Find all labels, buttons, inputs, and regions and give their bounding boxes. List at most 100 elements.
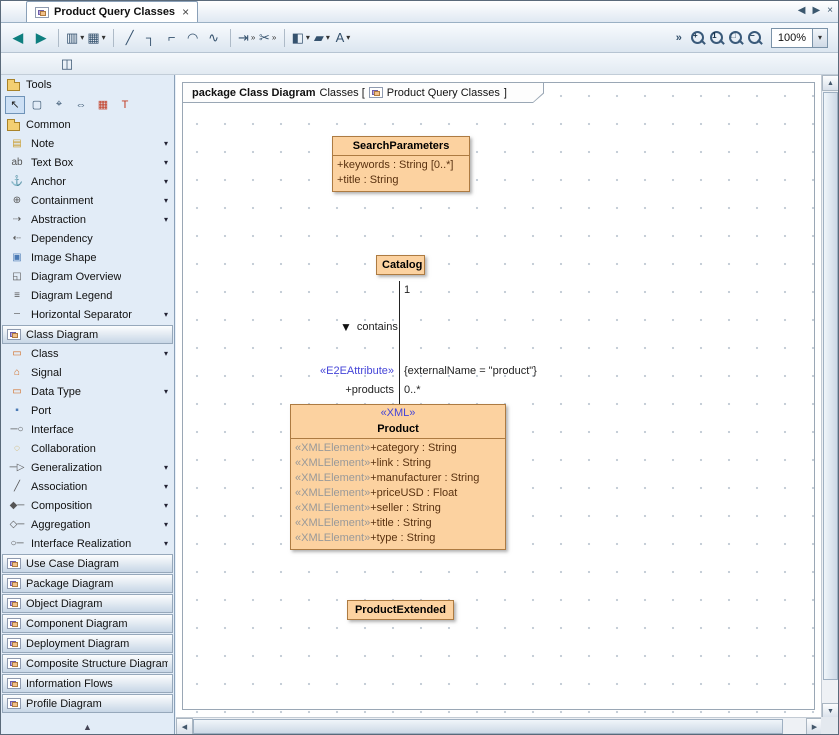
rectilinear-path-icon[interactable]: ┐ [141, 28, 161, 48]
palette-group-common[interactable]: Common [1, 115, 174, 134]
chevron-down-icon[interactable]: ▾ [164, 158, 172, 167]
forward-button[interactable]: ▶ [30, 28, 52, 48]
vertical-scrollbar[interactable]: ▲ ▼ [821, 75, 838, 719]
palette-item-abstraction[interactable]: ⇢ Abstraction ▾ [1, 210, 174, 229]
table-shape-icon[interactable]: ▦▾ [86, 28, 106, 48]
oblique-path-icon[interactable]: ╱ [120, 28, 140, 48]
scroll-up-icon[interactable]: ▲ [822, 75, 839, 91]
chevron-down-icon[interactable]: ▾ [306, 33, 310, 42]
palette-group-tools[interactable]: Tools [1, 75, 174, 94]
class-search-parameters[interactable]: SearchParameters +keywords : String [0..… [332, 136, 470, 192]
palette-item-generalization[interactable]: ─▷ Generalization ▾ [1, 458, 174, 477]
section-composite-structure-diagram[interactable]: Composite Structure Diagram [2, 654, 173, 673]
palette-item-data-type[interactable]: ▭ Data Type ▾ [1, 382, 174, 401]
section-package-diagram[interactable]: Package Diagram [2, 574, 173, 593]
zoom-level-select[interactable]: 100% ▾ [771, 28, 828, 48]
close-diagram-icon[interactable]: × [827, 5, 833, 16]
palette-item-diagram-legend[interactable]: ≡ Diagram Legend [1, 286, 174, 305]
scroll-left-icon[interactable]: ◀ [176, 718, 193, 735]
association-line[interactable] [399, 281, 400, 404]
chevron-down-icon[interactable]: ▾ [164, 215, 172, 224]
palette-item-interface[interactable]: ─○ Interface [1, 420, 174, 439]
chevron-down-icon[interactable]: ▾ [164, 387, 172, 396]
swimlane-icon[interactable]: ▥▾ [65, 28, 85, 48]
chevron-down-icon[interactable]: ▾ [164, 463, 172, 472]
fill-color-icon[interactable]: ◧▾ [291, 28, 311, 48]
chevron-down-icon[interactable]: ▾ [102, 33, 106, 42]
chevron-down-icon[interactable]: ▾ [812, 29, 827, 47]
attribute[interactable]: «XMLElement»+title : String [295, 516, 502, 531]
chevron-down-icon[interactable]: ▾ [80, 33, 84, 42]
section-use-case-diagram[interactable]: Use Case Diagram [2, 554, 173, 573]
refactor-scissors-icon[interactable]: ✂» [258, 28, 278, 48]
association-stereotype-label[interactable]: «E2EAttribute» [294, 365, 394, 377]
section-class-diagram[interactable]: Class Diagram [2, 325, 173, 344]
diagram-canvas[interactable]: package Class Diagram Classes [ Product … [176, 75, 823, 719]
horizontal-scrollbar[interactable]: ◀ ▶ [176, 717, 823, 734]
palette-scroll-up-icon[interactable]: ▲ [1, 720, 174, 734]
attribute[interactable]: «XMLElement»+category : String [295, 441, 502, 456]
palette-item-port[interactable]: ▪ Port [1, 401, 174, 420]
zoom-out-icon[interactable]: − [746, 29, 764, 47]
palette-item-signal[interactable]: ⌂ Signal [1, 363, 174, 382]
palette-item-text-box[interactable]: ab Text Box ▾ [1, 153, 174, 172]
chevron-more-icon[interactable]: » [251, 33, 255, 42]
chevron-down-icon[interactable]: ▾ [164, 196, 172, 205]
attribute[interactable]: «XMLElement»+seller : String [295, 501, 502, 516]
line-color-icon[interactable]: ▰▾ [312, 28, 332, 48]
palette-item-dependency[interactable]: ⇠ Dependency [1, 229, 174, 248]
section-component-diagram[interactable]: Component Diagram [2, 614, 173, 633]
chevron-down-icon[interactable]: ▾ [164, 310, 172, 319]
class-catalog[interactable]: Catalog [376, 255, 425, 275]
show-related-icon[interactable]: ⇥» [237, 28, 257, 48]
class-product[interactable]: «XML» Product «XMLElement»+category : St… [290, 404, 506, 550]
back-button[interactable]: ◀ [7, 28, 29, 48]
chevron-down-icon[interactable]: ▾ [164, 501, 172, 510]
palette-item-diagram-overview[interactable]: ◱ Diagram Overview [1, 267, 174, 286]
toolbar-overflow-icon[interactable]: » [676, 32, 682, 44]
attribute[interactable]: «XMLElement»+link : String [295, 456, 502, 471]
zoom-in-icon[interactable]: + [689, 29, 707, 47]
palette-item-containment[interactable]: ⊕ Containment ▾ [1, 191, 174, 210]
section-object-diagram[interactable]: Object Diagram [2, 594, 173, 613]
section-deployment-diagram[interactable]: Deployment Diagram [2, 634, 173, 653]
scroll-tabs-right-icon[interactable]: ▶ [812, 5, 820, 16]
rounded-path-icon[interactable]: ⌐ [162, 28, 182, 48]
chevron-down-icon[interactable]: ▾ [326, 33, 330, 42]
chevron-down-icon[interactable]: ▾ [164, 520, 172, 529]
attribute[interactable]: «XMLElement»+priceUSD : Float [295, 486, 502, 501]
attribute[interactable]: «XMLElement»+type : String [295, 531, 502, 546]
association-constraint-label[interactable]: {externalName = "product"} [404, 365, 537, 377]
tab-product-query-classes[interactable]: Product Query Classes × [26, 1, 198, 22]
vertical-scroll-thumb[interactable] [823, 92, 838, 680]
chevron-down-icon[interactable]: ▾ [164, 482, 172, 491]
chevron-down-icon[interactable]: ▾ [164, 177, 172, 186]
bezier-path-icon[interactable]: ◠ [183, 28, 203, 48]
scroll-tabs-left-icon[interactable]: ◀ [798, 5, 806, 16]
palette-item-collaboration[interactable]: ◌ Collaboration [1, 439, 174, 458]
close-tab-icon[interactable]: × [182, 6, 189, 18]
chevron-down-icon[interactable]: ▾ [346, 33, 350, 42]
attribute[interactable]: +title : String [337, 173, 466, 188]
align-shapes-tool[interactable]: ⇔ [71, 96, 91, 114]
attribute[interactable]: +keywords : String [0..*] [337, 158, 466, 173]
sticky-mode-tool[interactable]: ⌖ [49, 96, 69, 114]
palette-item-image-shape[interactable]: ▣ Image Shape [1, 248, 174, 267]
horizontal-scroll-thumb[interactable] [193, 719, 783, 734]
spline-path-icon[interactable]: ∿ [204, 28, 224, 48]
text-tool[interactable]: T [115, 96, 135, 114]
class-product-extended[interactable]: ProductExtended [347, 600, 454, 620]
pointer-tool[interactable]: ↖ [5, 96, 25, 114]
grid-tool[interactable]: ▦ [93, 96, 113, 114]
association-name-label[interactable]: ▼contains [340, 321, 398, 333]
section-information-flows[interactable]: Information Flows [2, 674, 173, 693]
font-color-icon[interactable]: A▾ [333, 28, 353, 48]
palette-item-interface-realization[interactable]: ○─ Interface Realization ▾ [1, 534, 174, 553]
chevron-down-icon[interactable]: ▾ [164, 139, 172, 148]
select-in-area-tool[interactable]: ▢ [27, 96, 47, 114]
containment-browser-icon[interactable]: ◫ [57, 54, 77, 74]
palette-item-composition[interactable]: ◆─ Composition ▾ [1, 496, 174, 515]
chevron-down-icon[interactable]: ▾ [164, 539, 172, 548]
section-profile-diagram[interactable]: Profile Diagram [2, 694, 173, 713]
multiplicity-target-label[interactable]: 0..* [404, 384, 421, 396]
